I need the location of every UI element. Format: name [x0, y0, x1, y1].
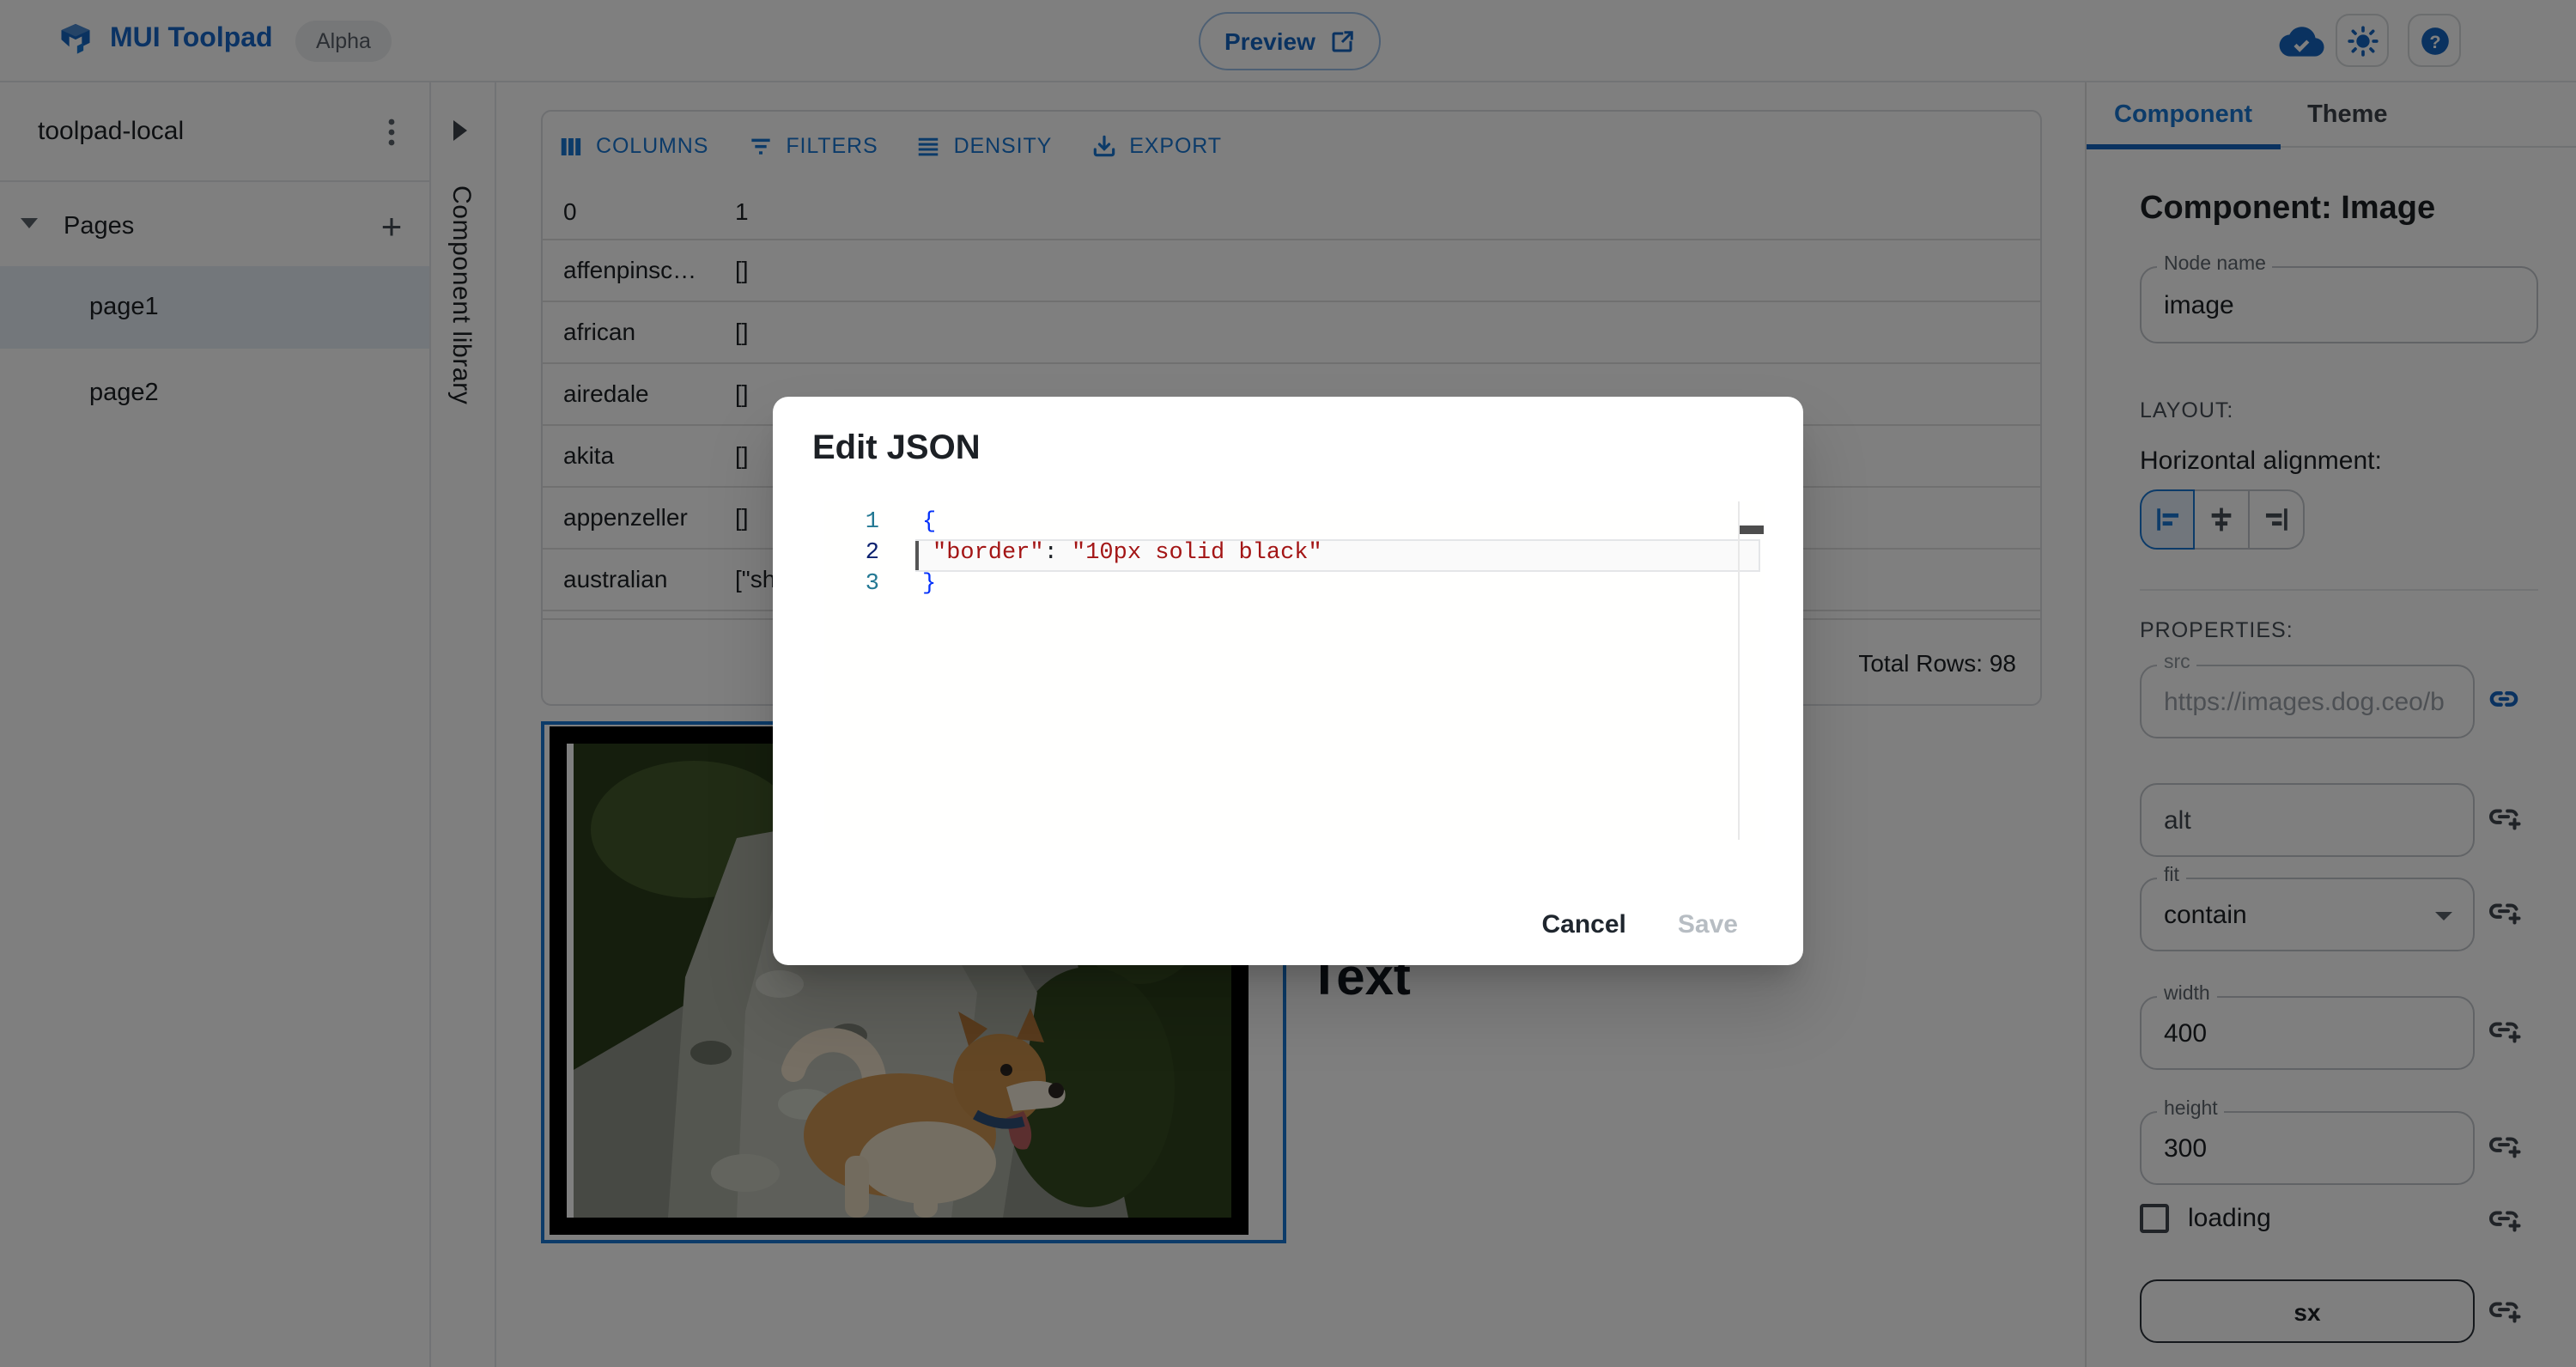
line-number: 3: [865, 572, 879, 598]
text-cursor: [915, 541, 918, 570]
dialog-actions: Cancel Save: [1542, 910, 1739, 939]
code-line-2: "border": "10px solid black": [933, 541, 1322, 567]
json-code-editor[interactable]: 1 2 3 { "border": "10px solid black" }: [824, 501, 1765, 850]
value-token: "10px solid black": [1072, 541, 1322, 567]
edit-json-dialog: Edit JSON 1 2 3 { "border": "10px solid …: [773, 397, 1803, 965]
line-number-active: 2: [865, 541, 879, 567]
code-line-3: }: [922, 572, 936, 598]
cancel-button[interactable]: Cancel: [1542, 910, 1626, 939]
colon-token: :: [1043, 541, 1072, 567]
scrollbar-marker[interactable]: [1740, 526, 1764, 534]
close-brace-token: }: [922, 572, 937, 598]
key-token: "border": [933, 541, 1044, 567]
code-line-1: {: [922, 510, 936, 536]
save-button[interactable]: Save: [1678, 910, 1738, 939]
dialog-title: Edit JSON: [812, 429, 981, 467]
app-window: MUI Toolpad Alpha Preview: [0, 0, 2576, 1367]
line-number: 1: [865, 510, 879, 536]
minimap-divider: [1738, 501, 1740, 840]
open-brace-token: {: [922, 510, 937, 536]
